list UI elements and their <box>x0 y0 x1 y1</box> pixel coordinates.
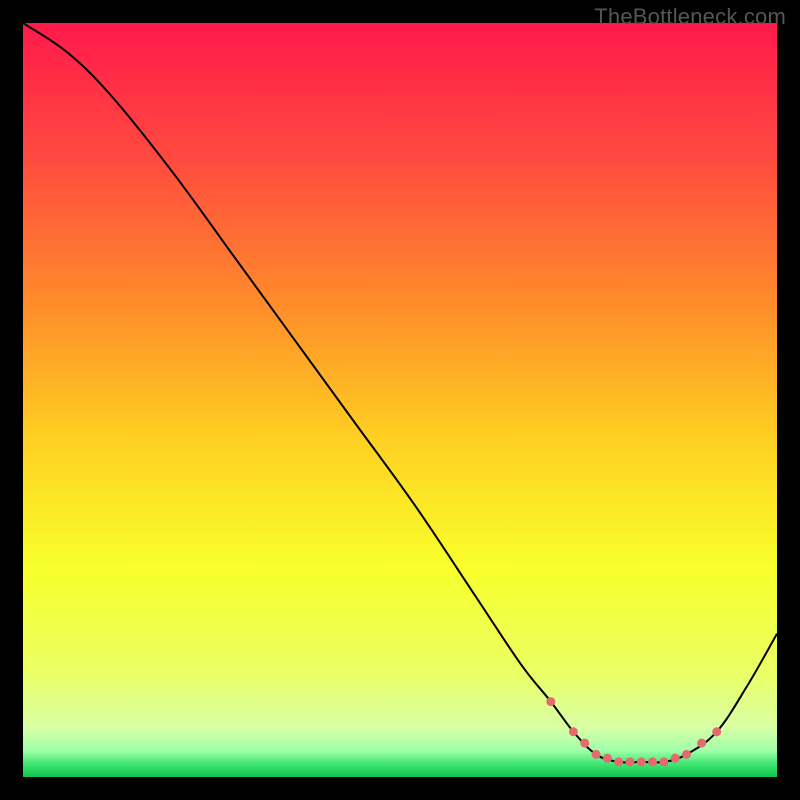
curve-marker <box>614 757 623 766</box>
curve-marker <box>637 757 646 766</box>
curve-marker <box>659 757 668 766</box>
curve-marker <box>697 739 706 748</box>
curve-marker <box>712 727 721 736</box>
watermark-text: TheBottleneck.com <box>594 4 786 30</box>
chart-plot-area <box>23 23 777 777</box>
curve-marker <box>648 757 657 766</box>
gradient-background <box>23 23 777 777</box>
curve-marker <box>682 750 691 759</box>
curve-marker <box>671 754 680 763</box>
chart-svg <box>23 23 777 777</box>
curve-marker <box>625 757 634 766</box>
curve-marker <box>546 697 555 706</box>
curve-marker <box>603 754 612 763</box>
curve-marker <box>569 727 578 736</box>
chart-frame: TheBottleneck.com <box>0 0 800 800</box>
curve-marker <box>580 739 589 748</box>
curve-marker <box>592 750 601 759</box>
